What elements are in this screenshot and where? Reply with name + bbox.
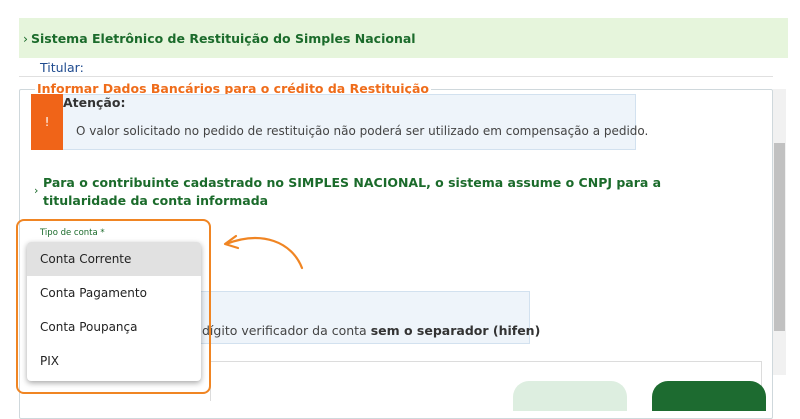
hint-text-prefix: dígito verificador da conta xyxy=(202,323,371,338)
annotation-highlight xyxy=(16,219,211,394)
hint-text-bold: sem o separador (hifen) xyxy=(370,323,541,338)
annotation-arrow-icon xyxy=(223,234,304,270)
alert-title: Atenção: xyxy=(63,95,126,110)
titular-label: Titular: xyxy=(40,60,84,75)
chevron-right-icon: › xyxy=(23,30,28,46)
primary-button[interactable] xyxy=(652,381,766,411)
page-title: Sistema Eletrônico de Restituição do Sim… xyxy=(31,30,416,46)
chevron-right-icon: › xyxy=(34,184,39,197)
scrollbar-thumb[interactable] xyxy=(774,143,785,331)
cnpj-info: › Para o contribuinte cadastrado no SIMP… xyxy=(34,174,736,210)
page-header[interactable]: › Sistema Eletrônico de Restituição do S… xyxy=(19,18,788,58)
secondary-button[interactable] xyxy=(513,381,627,411)
hint-text: dígito verificador da conta sem o separa… xyxy=(202,323,540,338)
warning-icon: ! xyxy=(31,94,63,150)
cnpj-info-text: Para o contribuinte cadastrado no SIMPLE… xyxy=(43,175,662,208)
divider xyxy=(19,76,773,77)
alert-text: O valor solicitado no pedido de restitui… xyxy=(76,124,649,138)
